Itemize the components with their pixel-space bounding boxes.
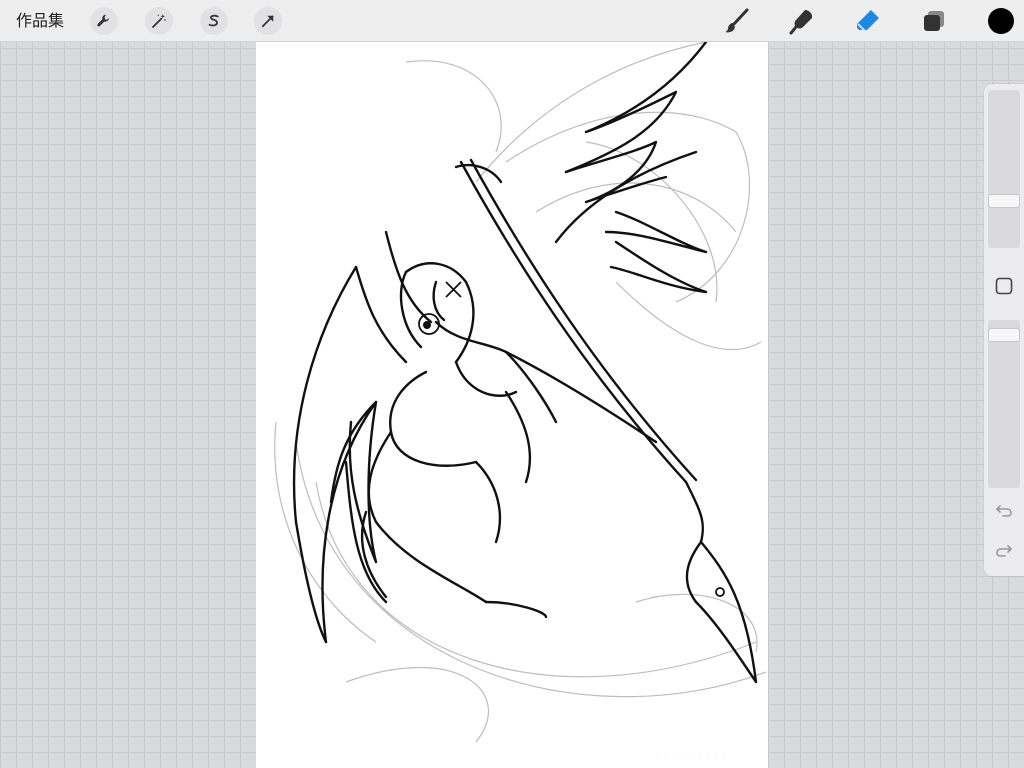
- selection-s-icon: [208, 14, 219, 27]
- smudge-icon: [789, 10, 813, 35]
- transform-arrow-icon: [261, 15, 274, 28]
- adjustments-button[interactable]: [145, 7, 173, 35]
- smudge-button[interactable]: [787, 6, 817, 36]
- layers-icon: [924, 11, 944, 31]
- eraser-icon: [857, 10, 879, 32]
- selection-button[interactable]: [200, 7, 228, 35]
- gallery-button[interactable]: 作品集: [16, 10, 64, 32]
- actions-button[interactable]: [90, 7, 118, 35]
- color-picker-button[interactable]: [988, 8, 1014, 34]
- modify-square-button[interactable]: [995, 277, 1013, 295]
- brush-size-slider[interactable]: [988, 90, 1020, 248]
- brush-button[interactable]: [722, 6, 752, 36]
- eraser-button[interactable]: [853, 6, 883, 36]
- top-toolbar: 作品集: [0, 0, 1024, 42]
- undo-icon: [996, 505, 1012, 517]
- wrench-icon: [97, 14, 110, 27]
- layers-button[interactable]: [919, 6, 949, 36]
- transform-button[interactable]: [254, 7, 282, 35]
- redo-icon: [996, 545, 1012, 557]
- brush-size-thumb[interactable]: [988, 194, 1020, 208]
- magic-wand-icon: [152, 14, 167, 28]
- drawing-canvas[interactable]: · · · · · · · · ·: [256, 42, 768, 768]
- opacity-thumb[interactable]: [988, 328, 1020, 342]
- square-icon: [995, 277, 1013, 295]
- brush-icon: [725, 8, 749, 33]
- undo-button[interactable]: [992, 498, 1016, 522]
- right-sidebar: [984, 84, 1024, 576]
- redo-button[interactable]: [992, 538, 1016, 562]
- opacity-slider[interactable]: [988, 320, 1020, 488]
- artist-watermark: · · · · · · · · ·: [656, 750, 728, 761]
- line-art-drawing: [274, 42, 767, 743]
